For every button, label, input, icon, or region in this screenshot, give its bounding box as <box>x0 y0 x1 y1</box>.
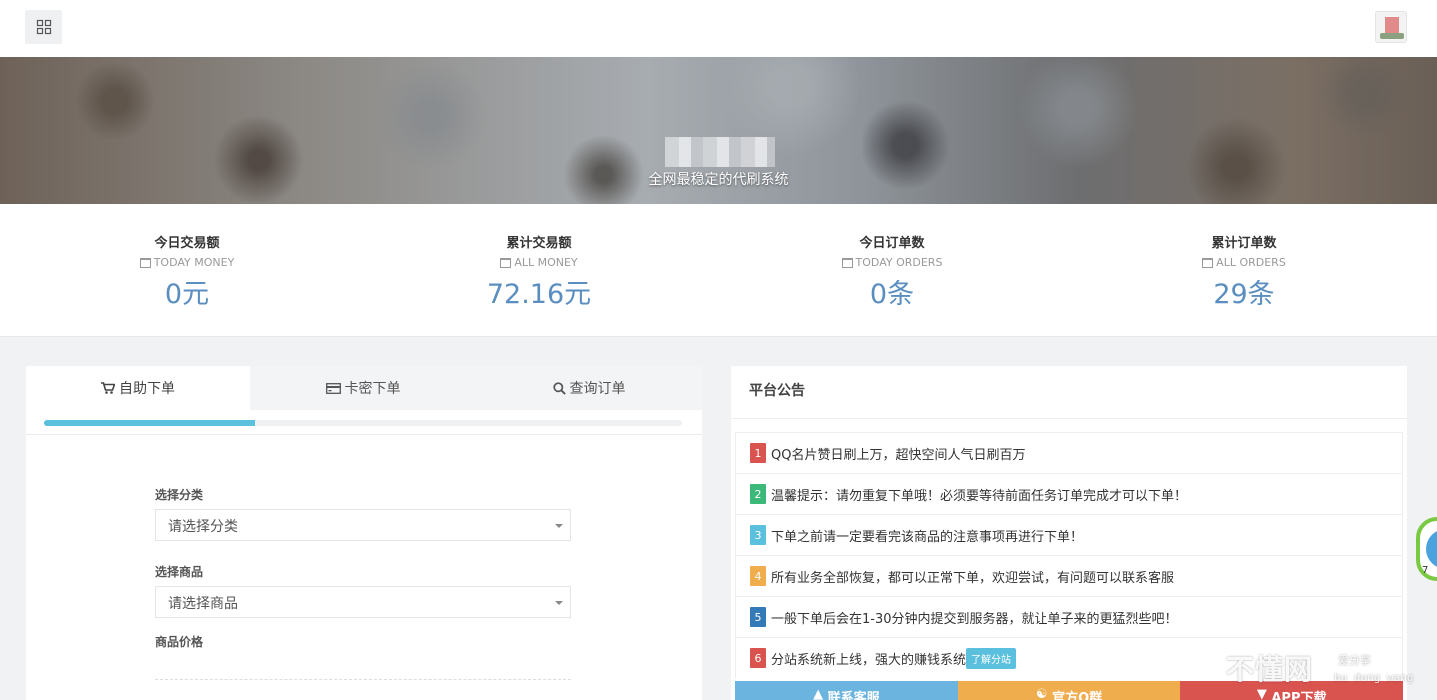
price-divider <box>155 679 571 680</box>
notice-number: 2 <box>750 484 766 504</box>
grid-icon <box>36 19 51 35</box>
banner-slogan: 全网最稳定的代刷系统 <box>648 172 789 188</box>
notice-text: 一般下单后会在1-30分钟内提交到服务器，就让单子来的更猛烈些吧！ <box>771 611 1178 627</box>
list-item: 3 下单之前请一定要看完该商品的注意事项再进行下单！ <box>735 514 1403 555</box>
stat-sub-text: TODAY MONEY <box>153 256 235 269</box>
tab-label: 自助下单 <box>119 381 175 397</box>
product-select-value: 请选择商品 <box>168 596 238 612</box>
search-icon <box>552 381 566 395</box>
floating-widget[interactable]: 7 <box>1416 517 1437 581</box>
menu-toggle-button[interactable] <box>25 10 62 44</box>
tab-self-order[interactable]: 自助下单 <box>26 366 250 410</box>
stat-today-money: 今日交易额 TODAY MONEY 0元 <box>57 232 317 311</box>
stat-sub: TODAY ORDERS <box>762 256 1022 269</box>
stat-sub: ALL ORDERS <box>1114 256 1374 269</box>
watermark-logo: 不懂网 <box>1226 653 1314 686</box>
calendar-icon <box>500 257 512 268</box>
stat-all-money: 累计交易额 ALL MONEY 72.16元 <box>409 232 669 311</box>
card-icon <box>325 382 341 394</box>
divider <box>731 418 1407 419</box>
button-label: 联系客服 <box>827 691 880 700</box>
stat-all-orders: 累计订单数 ALL ORDERS 29条 <box>1114 232 1374 311</box>
list-item: 1 QQ名片赞日刷上万，超快空间人气日刷百万 <box>735 432 1403 473</box>
avatar-base <box>1380 33 1404 39</box>
calendar-icon <box>139 257 151 268</box>
category-select[interactable]: 请选择分类 <box>155 509 571 541</box>
group-icon: ☯ <box>1035 687 1053 700</box>
order-tabs: 自助下单 卡密下单 查询订单 <box>26 366 702 410</box>
watermark-pinyin: bu dong wang <box>1334 671 1414 684</box>
watermark-tagline: 爱分享 <box>1338 654 1371 667</box>
chevron-down-icon <box>555 601 563 605</box>
stats-bar: 今日交易额 TODAY MONEY 0元 累计交易额 ALL MONEY 72.… <box>0 204 1437 337</box>
tab-label: 卡密下单 <box>344 381 401 397</box>
stat-sub-text: TODAY ORDERS <box>855 256 943 269</box>
list-item: 4 所有业务全部恢复，都可以正常下单，欢迎尝试，有问题可以联系客服 <box>735 555 1403 596</box>
product-label: 选择商品 <box>155 565 204 579</box>
notice-number: 1 <box>750 443 766 463</box>
price-label: 商品价格 <box>155 635 204 649</box>
stat-label: 今日交易额 <box>154 236 220 251</box>
stat-value: 72.16元 <box>486 279 592 310</box>
hero-banner: 全网最稳定的代刷系统 <box>0 57 1437 204</box>
stat-sub: ALL MONEY <box>409 256 669 269</box>
user-icon: ▲ <box>813 687 828 700</box>
top-bar <box>0 0 1437 57</box>
user-avatar[interactable] <box>1375 11 1407 43</box>
stat-value: 0条 <box>869 279 915 310</box>
stat-label: 累计交易额 <box>506 236 572 251</box>
chevron-down-icon <box>555 524 563 528</box>
button-label: APP下载 <box>1271 691 1327 700</box>
site-name-redacted <box>665 137 775 167</box>
announcement-title: 平台公告 <box>749 383 805 399</box>
category-label: 选择分类 <box>155 488 204 502</box>
list-item: 5 一般下单后会在1-30分钟内提交到服务器，就让单子来的更猛烈些吧！ <box>735 596 1403 637</box>
stat-sub-text: ALL ORDERS <box>1216 256 1286 269</box>
order-panel: 自助下单 卡密下单 查询订单 选择分类 请选择分类 选择商品 请选择商品 商品价… <box>26 366 702 700</box>
product-select[interactable]: 请选择商品 <box>155 586 571 618</box>
stat-today-orders: 今日订单数 TODAY ORDERS 0条 <box>762 232 1022 311</box>
tab-query-order[interactable]: 查询订单 <box>476 366 702 410</box>
notice-text: 温馨提示：请勿重复下单哦！必须要等待前面任务订单完成才可以下单！ <box>771 488 1188 504</box>
stat-value: 29条 <box>1213 279 1275 310</box>
list-item: 2 温馨提示：请勿重复下单哦！必须要等待前面任务订单完成才可以下单！ <box>735 473 1403 514</box>
category-select-value: 请选择分类 <box>168 519 238 535</box>
notice-text: 下单之前请一定要看完该商品的注意事项再进行下单！ <box>771 529 1084 545</box>
widget-fill <box>1426 529 1437 569</box>
notice-number: 5 <box>750 607 766 627</box>
learn-substation-link[interactable]: 了解分站 <box>966 647 1017 669</box>
step-progress-bar <box>44 420 682 426</box>
tab-label: 查询订单 <box>569 381 626 397</box>
notice-number: 3 <box>750 525 766 545</box>
download-icon: ▼ <box>1256 687 1272 700</box>
avatar-figure <box>1385 17 1399 33</box>
notice-text: 分站系统新上线，强大的赚钱系统 <box>771 652 967 668</box>
button-label: 官方Q群 <box>1052 691 1103 700</box>
notice-number: 4 <box>750 566 766 586</box>
calendar-icon <box>1202 257 1214 268</box>
stat-sub: TODAY MONEY <box>57 256 317 269</box>
cart-icon <box>101 382 115 394</box>
stat-label: 今日订单数 <box>859 236 925 251</box>
progress-fill <box>44 420 255 426</box>
contact-support-button[interactable]: ▲ 联系客服 <box>735 681 958 700</box>
widget-value: 7 <box>1422 565 1429 576</box>
stat-sub-text: ALL MONEY <box>514 256 578 269</box>
official-qq-group-button[interactable]: ☯ 官方Q群 <box>957 681 1181 700</box>
tab-card-order[interactable]: 卡密下单 <box>250 366 476 410</box>
notice-text: 所有业务全部恢复，都可以正常下单，欢迎尝试，有问题可以联系客服 <box>771 570 1175 586</box>
notice-text: QQ名片赞日刷上万，超快空间人气日刷百万 <box>771 447 1026 463</box>
notice-number: 6 <box>750 648 766 668</box>
stat-label: 累计订单数 <box>1211 236 1277 251</box>
calendar-icon <box>841 257 853 268</box>
order-form: 选择分类 请选择分类 选择商品 请选择商品 商品价格 <box>155 486 571 650</box>
stat-value: 0元 <box>164 279 210 310</box>
announcement-list: 1 QQ名片赞日刷上万，超快空间人气日刷百万 2 温馨提示：请勿重复下单哦！必须… <box>735 432 1403 678</box>
divider <box>26 434 702 435</box>
